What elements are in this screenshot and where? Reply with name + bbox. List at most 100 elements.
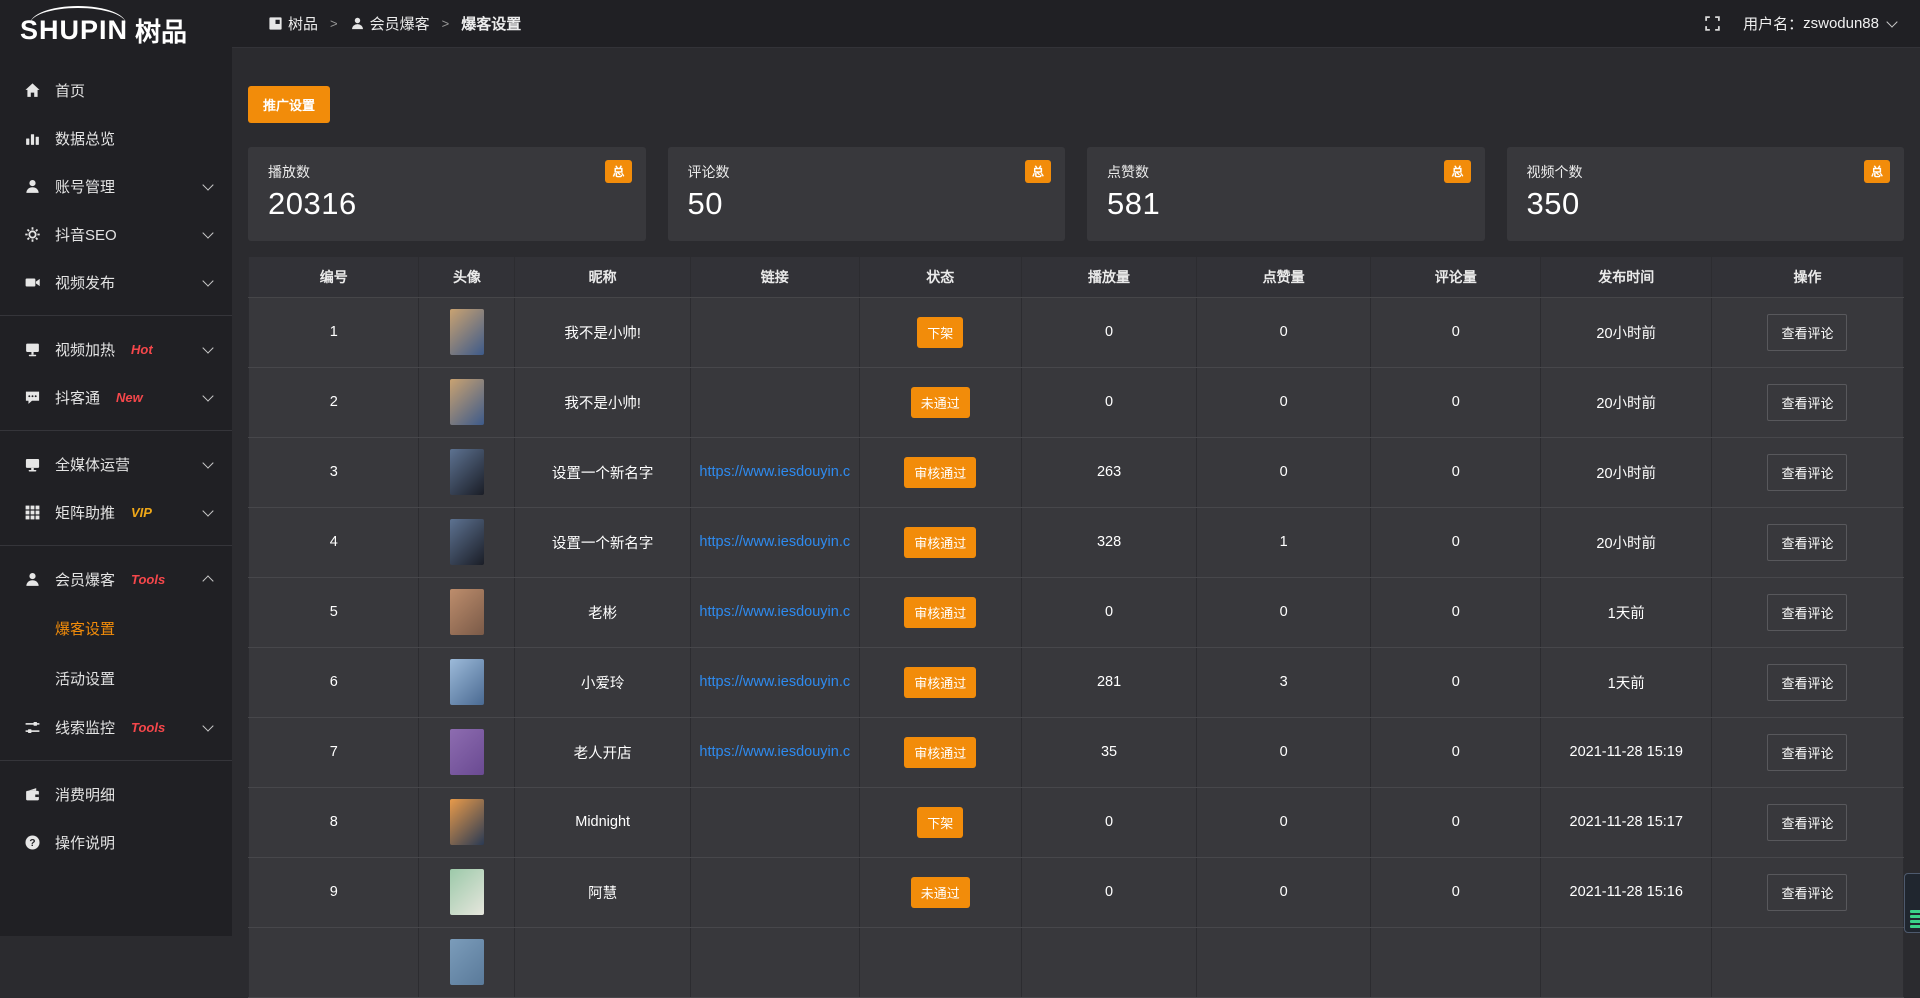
app-logo[interactable]: SHUPIN 树品	[0, 0, 232, 60]
cell-status: 未通过	[859, 367, 1021, 437]
cell-link: https://www.iesdouyin.c	[690, 507, 859, 577]
cell-comments: 0	[1371, 437, 1541, 507]
sidebar-subitem-label: 爆客设置	[55, 618, 115, 639]
table-row: 3设置一个新名字https://www.iesdouyin.c审核通过26300…	[249, 437, 1904, 507]
view-comments-button[interactable]: 查看评论	[1767, 874, 1847, 911]
sidebar-item-tag: Tools	[131, 720, 165, 735]
view-comments-button[interactable]: 查看评论	[1767, 594, 1847, 631]
table-row: 8Midnight下架0002021-11-28 15:17查看评论	[249, 787, 1904, 857]
view-comments-button[interactable]: 查看评论	[1767, 454, 1847, 491]
sidebar-item[interactable]: 矩阵助推VIP	[0, 488, 232, 536]
cell-nickname: 小爱玲	[515, 647, 690, 717]
video-link[interactable]: https://www.iesdouyin.c	[691, 744, 859, 760]
chevron-down-icon	[202, 390, 213, 401]
status-badge[interactable]: 下架	[917, 317, 963, 348]
sidebar-item[interactable]: 数据总览	[0, 114, 232, 162]
status-badge[interactable]: 审核通过	[904, 457, 976, 488]
status-badge[interactable]: 审核通过	[904, 527, 976, 558]
status-badge[interactable]: 审核通过	[904, 667, 976, 698]
col-header-avatar: 头像	[419, 257, 515, 297]
chevron-down-icon	[202, 720, 213, 731]
sidebar-item[interactable]: 视频发布	[0, 258, 232, 306]
status-badge[interactable]: 未通过	[911, 387, 970, 418]
cell-status: 审核通过	[859, 577, 1021, 647]
status-badge[interactable]: 下架	[917, 807, 963, 838]
table-row: 4设置一个新名字https://www.iesdouyin.c审核通过32810…	[249, 507, 1904, 577]
view-comments-button[interactable]: 查看评论	[1767, 734, 1847, 771]
cell-num: 8	[249, 787, 419, 857]
cell-num: 2	[249, 367, 419, 437]
cell-time: 20小时前	[1541, 367, 1711, 437]
cell-link	[690, 857, 859, 927]
breadcrumb-separator: >	[442, 16, 450, 31]
sidebar-item[interactable]: 账号管理	[0, 162, 232, 210]
sidebar-item[interactable]: 首页	[0, 66, 232, 114]
cell-time: 20小时前	[1541, 507, 1711, 577]
cell-link	[690, 297, 859, 367]
video-link[interactable]: https://www.iesdouyin.c	[691, 464, 859, 480]
view-comments-button[interactable]: 查看评论	[1767, 384, 1847, 421]
col-header-link: 链接	[690, 257, 859, 297]
logo-cjk: 树品	[135, 12, 187, 49]
sidebar-menu: 首页数据总览账号管理抖音SEO 视频发布视频加热Hot抖客通New 全媒体运营矩阵助…	[0, 60, 232, 866]
avatar	[450, 589, 484, 635]
sidebar-subitem[interactable]: 爆客设置	[0, 603, 232, 653]
col-header-time: 发布时间	[1541, 257, 1711, 297]
cell-avatar	[419, 927, 515, 997]
cell-time: 2021-11-28 15:16	[1541, 857, 1711, 927]
username-value: zswodun88	[1803, 15, 1879, 32]
chevron-down-icon	[202, 227, 213, 238]
sidebar-item[interactable]: 会员爆客Tools	[0, 555, 232, 603]
chevron-down-icon	[202, 179, 213, 190]
sidebar-divider	[0, 430, 232, 431]
cell-actions: 查看评论	[1711, 367, 1903, 437]
status-badge[interactable]: 审核通过	[904, 737, 976, 768]
stat-value: 350	[1527, 186, 1885, 222]
sidebar-item[interactable]: 全媒体运营	[0, 440, 232, 488]
col-header-actions: 操作	[1711, 257, 1903, 297]
cell-likes: 0	[1197, 437, 1371, 507]
sidebar-subitem[interactable]: 活动设置	[0, 653, 232, 703]
sliders-icon	[24, 719, 41, 736]
chevron-up-icon	[202, 575, 213, 586]
video-link[interactable]: https://www.iesdouyin.c	[691, 604, 859, 620]
cell-num: 1	[249, 297, 419, 367]
cell-avatar	[419, 787, 515, 857]
sidebar-item[interactable]: 抖客通New	[0, 373, 232, 421]
status-badge[interactable]: 未通过	[911, 877, 970, 908]
cell-actions: 查看评论	[1711, 577, 1903, 647]
sidebar-item[interactable]: 消费明细	[0, 770, 232, 818]
floating-widget[interactable]	[1904, 873, 1920, 933]
view-comments-button[interactable]: 查看评论	[1767, 314, 1847, 351]
view-comments-button[interactable]: 查看评论	[1767, 804, 1847, 841]
total-badge: 总	[1444, 160, 1470, 183]
stat-value: 50	[688, 186, 1046, 222]
cell-avatar	[419, 717, 515, 787]
logo-latin: SHUPIN	[20, 15, 128, 46]
video-link[interactable]: https://www.iesdouyin.c	[691, 534, 859, 550]
promo-settings-button[interactable]: 推广设置	[248, 86, 330, 123]
view-comments-button[interactable]: 查看评论	[1767, 664, 1847, 701]
cell-actions	[1711, 927, 1903, 997]
topbar: 树品 > 会员爆客 > 爆客设置 用户名： zswodun88	[232, 0, 1920, 48]
cell-plays: 328	[1021, 507, 1196, 577]
user-menu[interactable]: 用户名： zswodun88	[1743, 13, 1896, 34]
breadcrumb-item-home[interactable]: 树品	[268, 13, 318, 34]
sidebar-item-label: 抖音SEO	[55, 224, 117, 245]
breadcrumb-label: 爆客设置	[461, 13, 521, 34]
stat-value: 581	[1107, 186, 1465, 222]
sidebar-item[interactable]: 抖音SEO	[0, 210, 232, 258]
cell-num	[249, 927, 419, 997]
cell-plays: 263	[1021, 437, 1196, 507]
breadcrumb-item-section[interactable]: 会员爆客	[350, 13, 430, 34]
cell-nickname: 我不是小帅!	[515, 297, 690, 367]
view-comments-button[interactable]: 查看评论	[1767, 524, 1847, 561]
fullscreen-icon[interactable]	[1704, 15, 1721, 32]
cell-num: 5	[249, 577, 419, 647]
table-row: 5老彬https://www.iesdouyin.c审核通过0001天前查看评论	[249, 577, 1904, 647]
status-badge[interactable]: 审核通过	[904, 597, 976, 628]
sidebar-item[interactable]: 线索监控Tools	[0, 703, 232, 751]
sidebar-item[interactable]: 视频加热Hot	[0, 325, 232, 373]
sidebar-item[interactable]: ?操作说明	[0, 818, 232, 866]
video-link[interactable]: https://www.iesdouyin.c	[691, 674, 859, 690]
